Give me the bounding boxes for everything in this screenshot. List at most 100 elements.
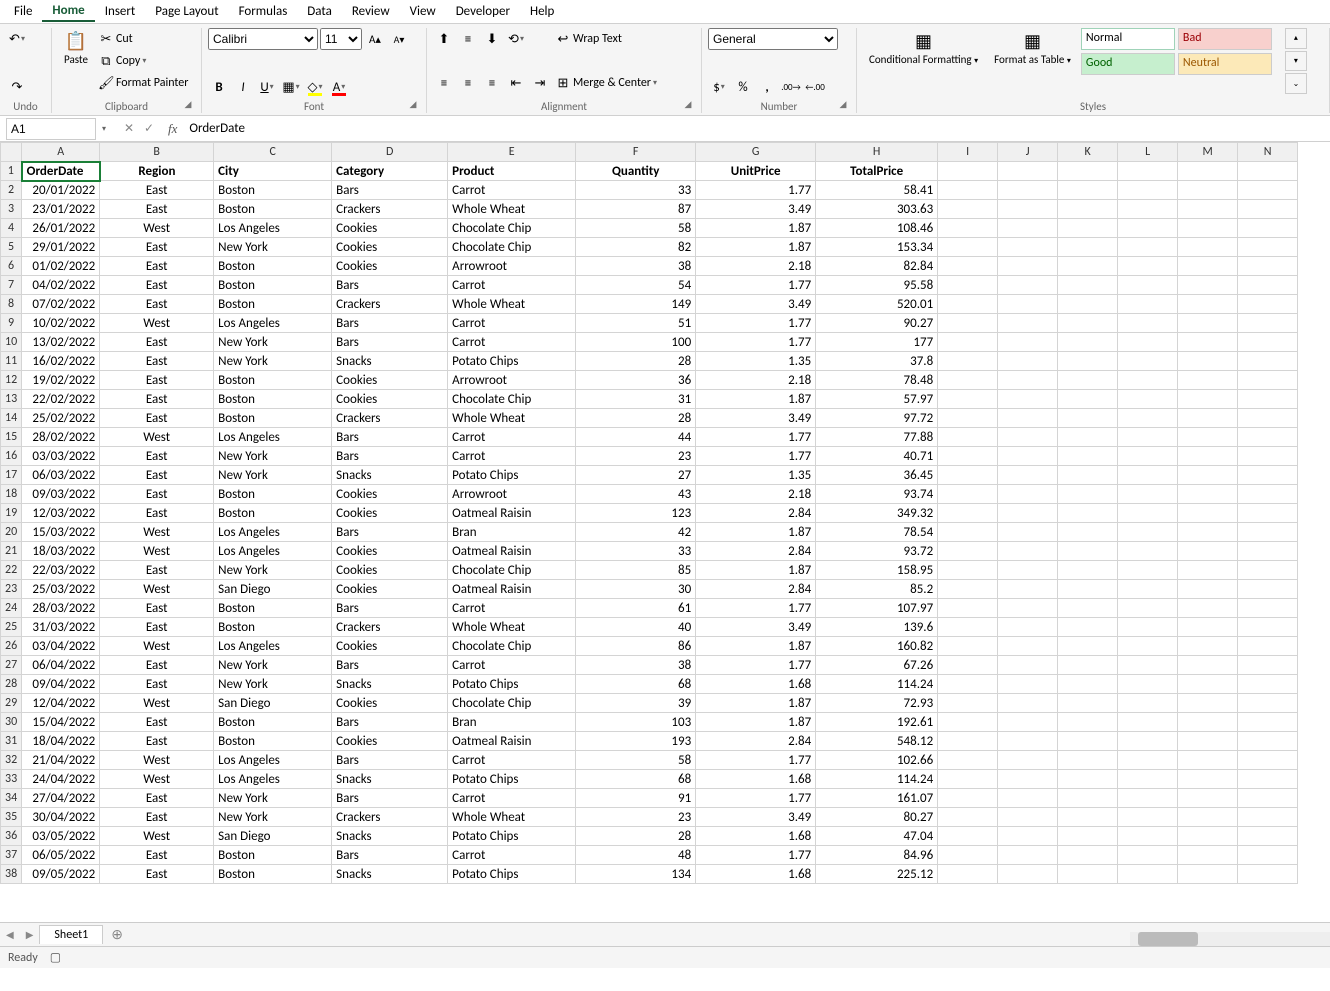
cell[interactable]: Chocolate Chip xyxy=(448,561,576,580)
cell[interactable] xyxy=(998,713,1058,732)
ribbon-tab-file[interactable]: File xyxy=(4,2,42,21)
cell[interactable] xyxy=(938,314,998,333)
column-header[interactable]: D xyxy=(332,143,448,162)
cell[interactable]: East xyxy=(100,808,214,827)
cell[interactable]: 30 xyxy=(576,580,696,599)
row-header[interactable]: 8 xyxy=(1,295,22,314)
cell[interactable] xyxy=(1058,428,1118,447)
cell[interactable] xyxy=(938,485,998,504)
cell[interactable]: East xyxy=(100,390,214,409)
cell[interactable]: 13/02/2022 xyxy=(22,333,100,352)
cell[interactable]: 3.49 xyxy=(696,409,816,428)
cell[interactable] xyxy=(1178,466,1238,485)
row-header[interactable]: 16 xyxy=(1,447,22,466)
cell[interactable] xyxy=(938,561,998,580)
cell[interactable] xyxy=(1118,694,1178,713)
cell[interactable] xyxy=(998,162,1058,181)
row-header[interactable]: 12 xyxy=(1,371,22,390)
cell[interactable] xyxy=(938,618,998,637)
cell[interactable]: Crackers xyxy=(332,200,448,219)
cell[interactable]: Potato Chips xyxy=(448,466,576,485)
cell[interactable]: West xyxy=(100,751,214,770)
cell[interactable]: 51 xyxy=(576,314,696,333)
cell[interactable]: New York xyxy=(214,675,332,694)
cell[interactable]: Cookies xyxy=(332,732,448,751)
cell[interactable]: Cookies xyxy=(332,580,448,599)
cell[interactable]: 1.77 xyxy=(696,751,816,770)
cell[interactable]: West xyxy=(100,637,214,656)
row-header[interactable]: 2 xyxy=(1,181,22,200)
row-header[interactable]: 29 xyxy=(1,694,22,713)
row-header[interactable]: 37 xyxy=(1,846,22,865)
conditional-formatting-button[interactable]: ▦ Conditional Formatting ▾ xyxy=(863,28,984,68)
cell[interactable]: 28 xyxy=(576,409,696,428)
decrease-indent-button[interactable]: ⇤ xyxy=(505,72,527,94)
sheet-nav-next[interactable]: ▶ xyxy=(20,928,40,941)
cell[interactable]: 21/04/2022 xyxy=(22,751,100,770)
cell[interactable]: Whole Wheat xyxy=(448,200,576,219)
row-header[interactable]: 36 xyxy=(1,827,22,846)
cell[interactable]: 1.68 xyxy=(696,770,816,789)
cell[interactable] xyxy=(1178,865,1238,884)
cell[interactable] xyxy=(1118,466,1178,485)
formula-cancel-button[interactable]: ✕ xyxy=(120,121,138,136)
cell[interactable] xyxy=(1238,504,1298,523)
cell[interactable] xyxy=(938,276,998,295)
cell[interactable]: 193 xyxy=(576,732,696,751)
cell[interactable] xyxy=(1178,732,1238,751)
cell[interactable]: Potato Chips xyxy=(448,770,576,789)
cell[interactable]: East xyxy=(100,447,214,466)
cell[interactable]: Whole Wheat xyxy=(448,808,576,827)
cell[interactable]: Chocolate Chip xyxy=(448,694,576,713)
cell[interactable]: 39 xyxy=(576,694,696,713)
cell[interactable] xyxy=(1118,865,1178,884)
cell[interactable] xyxy=(1118,238,1178,257)
cell[interactable] xyxy=(1178,789,1238,808)
row-header[interactable]: 3 xyxy=(1,200,22,219)
cell[interactable]: Bars xyxy=(332,333,448,352)
cell[interactable]: Boston xyxy=(214,713,332,732)
cell[interactable]: 160.82 xyxy=(816,637,938,656)
cell[interactable]: 1.87 xyxy=(696,390,816,409)
column-header[interactable]: A xyxy=(22,143,100,162)
cell[interactable] xyxy=(1238,162,1298,181)
cell[interactable] xyxy=(1238,542,1298,561)
cell[interactable] xyxy=(1178,352,1238,371)
cell[interactable] xyxy=(998,352,1058,371)
row-header[interactable]: 17 xyxy=(1,466,22,485)
cell[interactable]: Snacks xyxy=(332,352,448,371)
cell[interactable]: Bars xyxy=(332,789,448,808)
cell[interactable]: 349.32 xyxy=(816,504,938,523)
align-right-button[interactable]: ≡ xyxy=(481,72,503,94)
cell[interactable] xyxy=(1058,770,1118,789)
redo-button[interactable]: ↷ xyxy=(6,76,28,98)
cell[interactable] xyxy=(998,314,1058,333)
cell[interactable]: Cookies xyxy=(332,219,448,238)
cell[interactable]: West xyxy=(100,428,214,447)
cell[interactable] xyxy=(1118,162,1178,181)
cell[interactable] xyxy=(938,409,998,428)
cell[interactable]: Boston xyxy=(214,485,332,504)
cell[interactable] xyxy=(1238,618,1298,637)
cell[interactable]: 48 xyxy=(576,846,696,865)
clipboard-dialog-launcher[interactable]: ◢ xyxy=(181,99,195,113)
cell[interactable] xyxy=(1178,295,1238,314)
cell[interactable] xyxy=(1058,599,1118,618)
cell[interactable]: Bars xyxy=(332,713,448,732)
cell[interactable] xyxy=(938,751,998,770)
cell[interactable]: Boston xyxy=(214,276,332,295)
cell[interactable]: West xyxy=(100,770,214,789)
column-header[interactable]: G xyxy=(696,143,816,162)
ribbon-tab-formulas[interactable]: Formulas xyxy=(229,2,298,21)
cell[interactable]: East xyxy=(100,371,214,390)
row-header[interactable]: 20 xyxy=(1,523,22,542)
cell[interactable] xyxy=(1058,694,1118,713)
cell[interactable]: Carrot xyxy=(448,333,576,352)
cell[interactable] xyxy=(1058,181,1118,200)
cell[interactable] xyxy=(1238,181,1298,200)
column-header[interactable]: M xyxy=(1178,143,1238,162)
cell[interactable]: West xyxy=(100,523,214,542)
cell[interactable] xyxy=(1118,352,1178,371)
cell[interactable]: 1.68 xyxy=(696,865,816,884)
cell[interactable] xyxy=(1178,371,1238,390)
